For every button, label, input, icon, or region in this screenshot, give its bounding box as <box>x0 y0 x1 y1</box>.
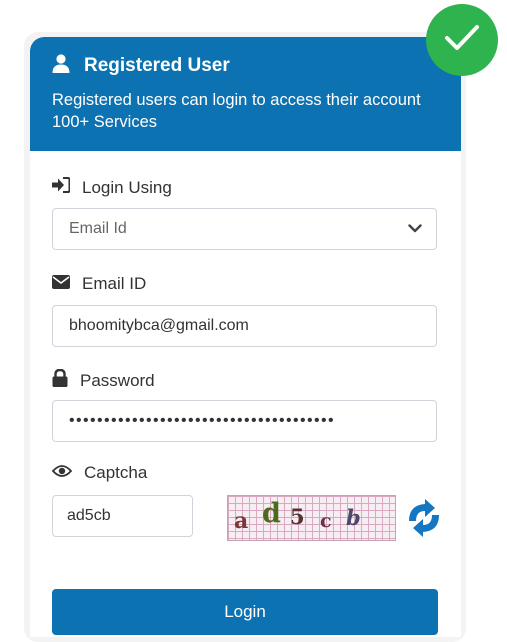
password-label: Password <box>52 368 155 392</box>
email-label: Email ID <box>52 274 146 294</box>
login-using-select[interactable]: Email Id <box>52 208 437 250</box>
captcha-char: a <box>234 508 249 534</box>
header-title: Registered User <box>84 55 230 76</box>
captcha-value: ad5cb <box>67 507 111 524</box>
status-badge <box>426 4 498 76</box>
password-field[interactable]: •••••••••••••••••••••••••••••••••••••• <box>52 400 437 442</box>
header-title-row: Registered User <box>52 54 230 78</box>
sign-in-icon <box>52 177 71 198</box>
captcha-image: a d 5 c b <box>227 495 396 541</box>
refresh-icon <box>401 499 447 543</box>
captcha-refresh-button[interactable] <box>401 497 447 539</box>
eye-icon <box>51 463 73 483</box>
email-value: bhoomitybca@gmail.com <box>69 317 249 334</box>
captcha-char: b <box>346 505 361 530</box>
lock-icon <box>52 368 68 392</box>
envelope-icon <box>52 274 70 294</box>
login-using-selected: Email Id <box>69 220 127 237</box>
captcha-char: c <box>320 510 332 532</box>
captcha-input[interactable]: ad5cb <box>52 495 193 537</box>
user-icon <box>52 54 70 78</box>
card-header: Registered User Registered users can log… <box>30 37 461 151</box>
login-using-label: Login Using <box>52 177 172 198</box>
login-button[interactable]: Login <box>52 589 438 635</box>
chevron-down-icon <box>408 220 422 238</box>
captcha-char: d <box>262 498 281 529</box>
header-description: Registered users can login to access the… <box>52 91 421 131</box>
captcha-label: Captcha <box>51 463 147 483</box>
checkmark-icon <box>444 24 480 57</box>
password-value: •••••••••••••••••••••••••••••••••••••• <box>69 412 336 429</box>
captcha-char: 5 <box>290 504 305 529</box>
email-field[interactable]: bhoomitybca@gmail.com <box>52 305 437 347</box>
login-card: Registered User Registered users can log… <box>30 37 461 637</box>
